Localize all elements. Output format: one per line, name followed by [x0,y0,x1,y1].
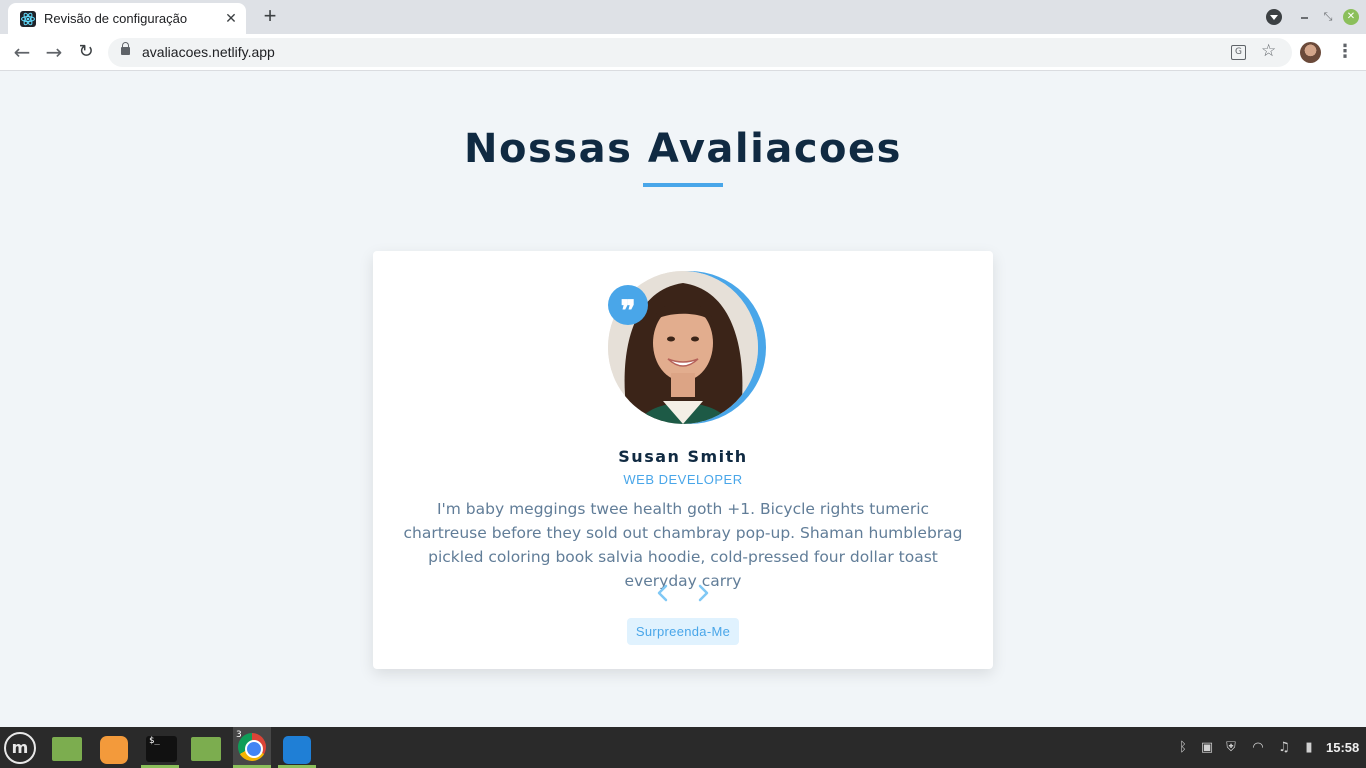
wifi-icon[interactable]: ◠ [1250,740,1266,756]
close-window-icon[interactable]: ✕ [1343,9,1359,25]
browser-tab[interactable]: Revisão de configuração ✕ [8,3,246,34]
browser-toolbar: ← → ↻ avaliacoes.netlify.app G ☆ ⋮ [0,34,1366,71]
mint-menu-icon[interactable]: m [4,732,36,764]
browser-tab-bar: Revisão de configuração ✕ + ⤡ ✕ [0,0,1366,34]
shield-icon[interactable]: ⛨ [1223,740,1239,756]
quote-icon: ❞ [608,285,648,327]
chevron-right-icon[interactable] [691,581,715,605]
profile-avatar[interactable] [1300,42,1321,63]
title-underline [643,183,723,187]
chrome-window-count: 3 [236,730,242,740]
url-text[interactable]: avaliacoes.netlify.app [142,44,275,60]
clipboard-icon[interactable]: ▣ [1199,740,1215,756]
close-tab-icon[interactable]: ✕ [222,10,240,28]
surprise-me-button[interactable]: Surpreenda-Me [627,618,739,645]
bluetooth-icon[interactable]: ᛒ [1175,740,1191,756]
sound-icon[interactable]: ♫ [1276,740,1292,756]
folder-icon[interactable] [50,731,86,765]
page-title: Nossas Avaliacoes [464,126,902,172]
reload-icon[interactable]: ↻ [73,40,99,66]
file-manager-icon[interactable] [189,731,225,765]
restore-window-icon[interactable]: ⤡ [1320,9,1336,25]
firefox-icon[interactable] [97,731,133,765]
back-arrow-icon[interactable]: ← [9,40,35,66]
vscode-icon[interactable] [280,731,316,765]
minimize-window-icon[interactable] [1297,9,1313,25]
os-taskbar: m [0,727,1366,768]
address-bar[interactable]: avaliacoes.netlify.app G ☆ [108,38,1292,67]
translate-icon[interactable]: G [1231,45,1246,60]
lock-icon[interactable] [121,42,130,55]
tab-title: Revisão de configuração [44,11,188,26]
new-tab-button[interactable]: + [258,5,282,29]
review-card: ❞ Susan Smith WEB DEVELOPER I'm baby meg… [373,251,993,669]
author-name: Susan Smith [618,447,748,466]
page-content: Nossas Avaliacoes ❞ Susan Smith WEB DEVE… [0,72,1366,727]
battery-icon[interactable]: ▮ [1301,740,1317,756]
clock[interactable]: 15:58 [1326,740,1359,755]
terminal-icon[interactable] [143,731,179,765]
author-job: WEB DEVELOPER [623,472,743,487]
forward-arrow-icon[interactable]: → [41,40,67,66]
bookmark-star-icon[interactable]: ☆ [1261,41,1276,61]
react-favicon-icon [20,11,36,27]
chevron-left-icon[interactable] [651,581,675,605]
review-text: I'm baby meggings twee health goth +1. B… [403,500,963,590]
tab-search-icon[interactable] [1266,9,1282,25]
browser-menu-icon[interactable]: ⋮ [1336,41,1354,63]
